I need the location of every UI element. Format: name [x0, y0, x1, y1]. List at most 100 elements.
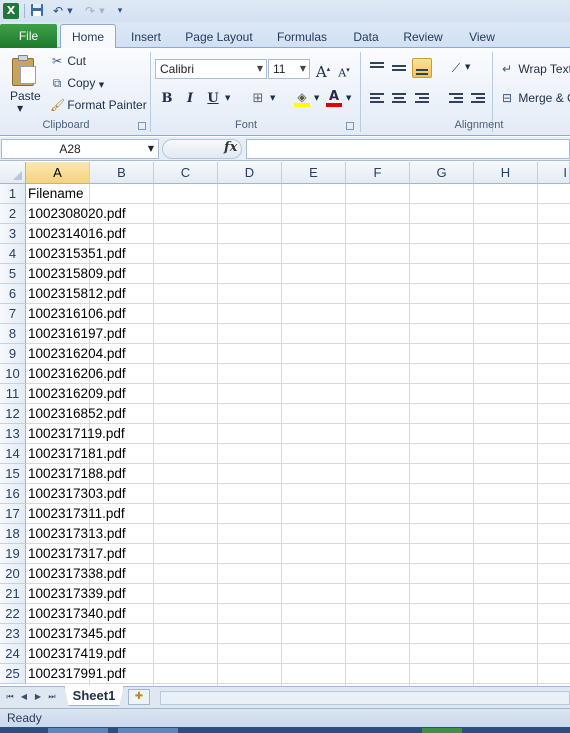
cell-filename[interactable]: 1002308020.pdf: [28, 204, 126, 224]
copy-dropdown-icon[interactable]: ▼: [99, 81, 104, 89]
row-header[interactable]: 8: [0, 324, 26, 344]
row-header[interactable]: 5: [0, 264, 26, 284]
save-icon[interactable]: [29, 3, 45, 19]
column-header-a[interactable]: A: [26, 162, 90, 184]
row-header[interactable]: 17: [0, 504, 26, 524]
copy-button[interactable]: ⧉ Copy ▼: [50, 76, 104, 91]
row-header[interactable]: 18: [0, 524, 26, 544]
cell-filename[interactable]: 1002317991.pdf: [28, 664, 126, 684]
sheet-tab-sheet1[interactable]: Sheet1: [64, 686, 124, 706]
next-sheet-icon[interactable]: ▶: [32, 691, 44, 703]
top-align-icon[interactable]: [367, 58, 387, 78]
column-header-e[interactable]: E: [282, 162, 346, 184]
row-header[interactable]: 23: [0, 624, 26, 644]
row-header[interactable]: 4: [0, 244, 26, 264]
column-header-f[interactable]: F: [346, 162, 410, 184]
italic-button[interactable]: I: [180, 89, 200, 109]
font-launcher-icon[interactable]: [346, 122, 354, 130]
last-sheet-icon[interactable]: ⏭: [46, 691, 58, 703]
column-header-h[interactable]: H: [474, 162, 538, 184]
row-header[interactable]: 16: [0, 484, 26, 504]
align-center-icon[interactable]: [389, 89, 409, 109]
borders-dropdown-icon[interactable]: ▼: [270, 94, 275, 102]
row-header[interactable]: 2: [0, 204, 26, 224]
tab-file[interactable]: File: [0, 24, 57, 48]
row-header[interactable]: 13: [0, 424, 26, 444]
cell-filename[interactable]: 1002317311.pdf: [28, 504, 125, 524]
cell-filename[interactable]: 1002315812.pdf: [28, 284, 126, 304]
align-right-icon[interactable]: [412, 89, 432, 109]
cell-filename[interactable]: 1002317345.pdf: [28, 624, 126, 644]
row-header[interactable]: 24: [0, 644, 26, 664]
select-all-button[interactable]: [0, 162, 26, 184]
redo-dropdown-icon[interactable]: ▼: [97, 3, 107, 19]
first-sheet-icon[interactable]: ⏮: [4, 691, 16, 703]
customize-qat-icon[interactable]: ▾: [114, 3, 126, 19]
tab-home[interactable]: Home: [60, 24, 116, 49]
borders-icon[interactable]: ⊞: [248, 89, 268, 109]
row-header[interactable]: 9: [0, 344, 26, 364]
fill-color-icon[interactable]: ◈: [292, 87, 312, 107]
decrease-indent-icon[interactable]: [446, 89, 466, 109]
cell-filename[interactable]: 1002316197.pdf: [28, 324, 126, 344]
cell-filename[interactable]: 1002316206.pdf: [28, 364, 126, 384]
tab-review[interactable]: Review: [398, 26, 448, 48]
undo-icon[interactable]: ↶: [50, 3, 66, 19]
tab-view[interactable]: View: [462, 26, 502, 48]
excel-logo-icon[interactable]: X: [3, 3, 19, 19]
row-header[interactable]: 7: [0, 304, 26, 324]
wrap-text-button[interactable]: ↵ Wrap Text: [499, 62, 570, 76]
row-header[interactable]: 21: [0, 584, 26, 604]
name-box-dropdown-icon[interactable]: ▼: [148, 140, 154, 158]
row-header[interactable]: 3: [0, 224, 26, 244]
row-header[interactable]: 15: [0, 464, 26, 484]
cell-filename[interactable]: 1002317303.pdf: [28, 484, 126, 504]
middle-align-icon[interactable]: [389, 58, 409, 78]
paste-icon[interactable]: [10, 54, 38, 86]
header-cell-filename[interactable]: Filename: [28, 184, 84, 204]
bottom-align-icon[interactable]: [412, 58, 432, 78]
row-header[interactable]: 14: [0, 444, 26, 464]
underline-button[interactable]: U: [203, 89, 223, 109]
font-size-combo[interactable]: 11 ▼: [268, 59, 310, 79]
row-header[interactable]: 10: [0, 364, 26, 384]
cell-filename[interactable]: 1002317181.pdf: [28, 444, 126, 464]
row-header[interactable]: 11: [0, 384, 26, 404]
column-header-c[interactable]: C: [154, 162, 218, 184]
insert-function-icon[interactable]: fx: [224, 140, 237, 155]
cell-filename[interactable]: 1002317188.pdf: [28, 464, 126, 484]
row-header[interactable]: 20: [0, 564, 26, 584]
paste-button[interactable]: Paste: [10, 89, 41, 103]
fill-color-dropdown-icon[interactable]: ▼: [314, 94, 319, 102]
row-header[interactable]: 6: [0, 284, 26, 304]
shrink-font-button[interactable]: A▾: [334, 60, 354, 80]
tab-data[interactable]: Data: [346, 26, 386, 48]
row-header[interactable]: 19: [0, 544, 26, 564]
cell-filename[interactable]: 1002316106.pdf: [28, 304, 126, 324]
row-header[interactable]: 25: [0, 664, 26, 684]
cell-filename[interactable]: 1002314016.pdf: [28, 224, 126, 244]
row-header[interactable]: 12: [0, 404, 26, 424]
clipboard-launcher-icon[interactable]: [138, 122, 146, 130]
orientation-dropdown-icon[interactable]: ▼: [465, 63, 470, 71]
paste-dropdown-icon[interactable]: ▼: [17, 104, 23, 113]
prev-sheet-icon[interactable]: ◀: [18, 691, 30, 703]
cell-filename[interactable]: 1002317338.pdf: [28, 564, 126, 584]
redo-icon[interactable]: ↷: [82, 3, 98, 19]
underline-dropdown-icon[interactable]: ▼: [225, 94, 230, 102]
column-header-b[interactable]: B: [90, 162, 154, 184]
font-name-combo[interactable]: Calibri ▼: [155, 59, 267, 79]
tab-insert[interactable]: Insert: [124, 26, 168, 48]
align-left-icon[interactable]: [367, 89, 387, 109]
cell-filename[interactable]: 1002315809.pdf: [28, 264, 126, 284]
increase-indent-icon[interactable]: [468, 89, 488, 109]
format-painter-button[interactable]: 🖌 Format Painter: [50, 98, 147, 112]
tab-page-layout[interactable]: Page Layout: [180, 26, 258, 48]
row-header[interactable]: 1: [0, 184, 26, 204]
column-header-i[interactable]: I: [538, 162, 570, 184]
cell-filename[interactable]: 1002317339.pdf: [28, 584, 126, 604]
orientation-icon[interactable]: ⟋: [446, 58, 466, 78]
cell-filename[interactable]: 1002317419.pdf: [28, 644, 126, 664]
tab-formulas[interactable]: Formulas: [270, 26, 334, 48]
font-color-dropdown-icon[interactable]: ▼: [346, 94, 351, 102]
